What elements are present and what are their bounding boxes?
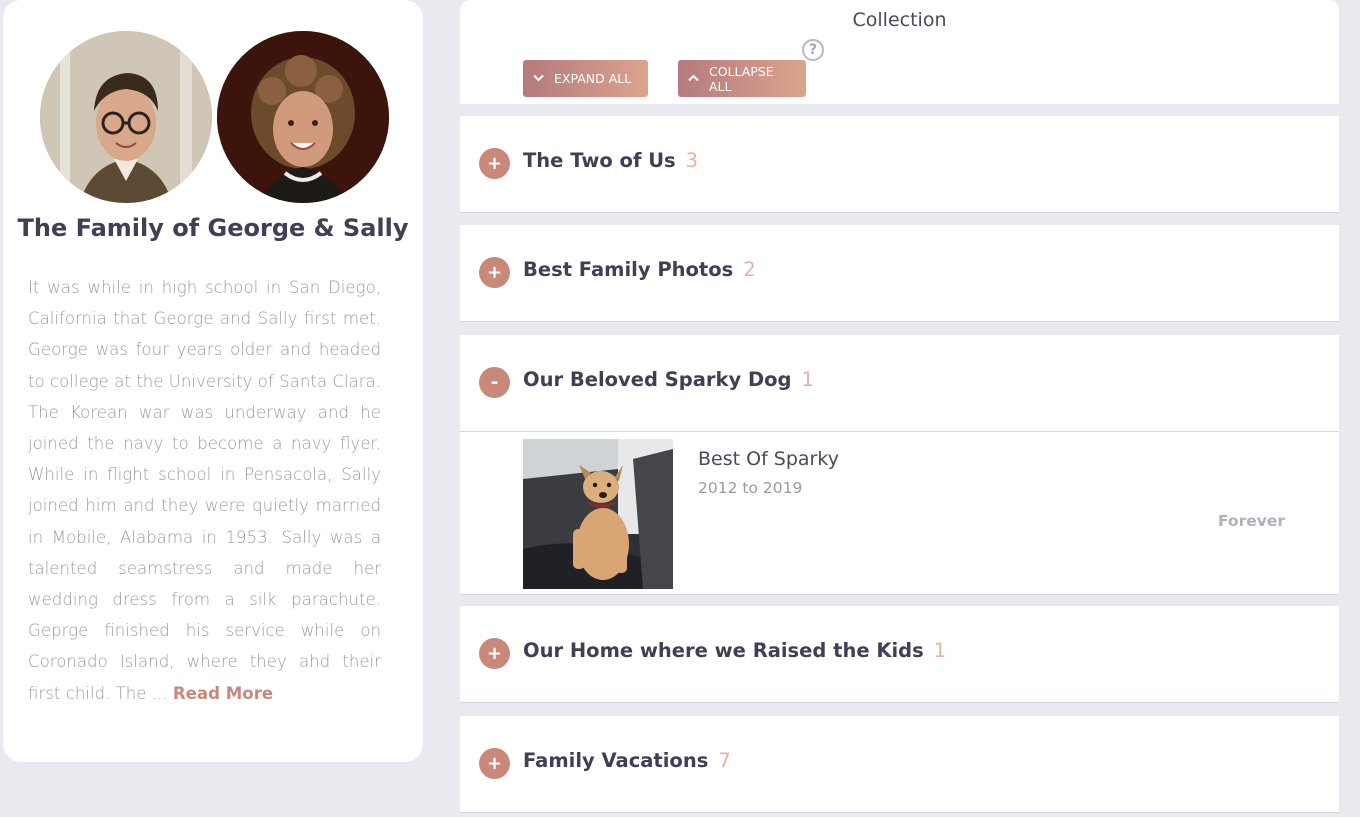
expand-all-label: EXPAND ALL bbox=[554, 71, 632, 86]
section-header[interactable]: + Best Family Photos 2 bbox=[460, 225, 1339, 321]
chevron-down-icon bbox=[533, 71, 544, 86]
avatar-george bbox=[40, 31, 212, 203]
collection-title: Collection bbox=[852, 9, 947, 31]
section-count: 7 bbox=[718, 749, 731, 772]
section-title: Our Beloved Sparky Dog 1 bbox=[523, 368, 814, 391]
section-our-home: + Our Home where we Raised the Kids 1 bbox=[460, 606, 1339, 703]
chevron-up-icon bbox=[688, 71, 699, 86]
story-text: It was while in high school in San Diego… bbox=[28, 278, 381, 703]
section-title: Our Home where we Raised the Kids 1 bbox=[523, 639, 946, 662]
section-title-text: Best Family Photos bbox=[523, 258, 734, 281]
section-header[interactable]: + Family Vacations 7 bbox=[460, 716, 1339, 812]
expand-toggle-icon[interactable]: + bbox=[479, 638, 510, 669]
section-items: Best Of Sparky 2012 to 2019 Forever bbox=[460, 431, 1339, 594]
section-count: 1 bbox=[801, 368, 814, 391]
collapse-toggle-icon[interactable]: - bbox=[479, 367, 510, 398]
section-header[interactable]: + Our Home where we Raised the Kids 1 bbox=[460, 606, 1339, 702]
expand-toggle-icon[interactable]: + bbox=[479, 257, 510, 288]
section-best-family-photos: + Best Family Photos 2 bbox=[460, 225, 1339, 322]
section-title-text: Our Home where we Raised the Kids bbox=[523, 639, 924, 662]
section-title: The Two of Us 3 bbox=[523, 149, 698, 172]
avatar-sally bbox=[217, 31, 389, 203]
read-more-link[interactable]: Read More bbox=[173, 684, 273, 703]
item-dates: 2012 to 2019 bbox=[698, 479, 803, 497]
sparky-thumbnail[interactable] bbox=[523, 439, 673, 589]
family-title: The Family of George & Sally bbox=[17, 214, 409, 242]
section-count: 2 bbox=[743, 258, 756, 281]
section-the-two-of-us: + The Two of Us 3 bbox=[460, 116, 1339, 213]
section-title-text: Family Vacations bbox=[523, 749, 709, 772]
collapse-all-button[interactable]: COLLAPSE ALL bbox=[678, 60, 806, 97]
expand-toggle-icon[interactable]: + bbox=[479, 148, 510, 179]
expand-toggle-icon[interactable]: + bbox=[479, 748, 510, 779]
section-title: Best Family Photos 2 bbox=[523, 258, 756, 281]
section-title-text: Our Beloved Sparky Dog bbox=[523, 368, 792, 391]
item-name[interactable]: Best Of Sparky bbox=[698, 448, 839, 470]
item-duration: Forever bbox=[1217, 512, 1285, 530]
help-icon[interactable]: ? bbox=[802, 39, 824, 61]
section-header[interactable]: - Our Beloved Sparky Dog 1 bbox=[460, 335, 1339, 431]
collection-header: Collection ? EXPAND ALL COLLAPSE ALL bbox=[460, 0, 1339, 104]
profile-card: The Family of George & Sally It was whil… bbox=[3, 0, 423, 762]
section-count: 3 bbox=[685, 149, 699, 172]
expand-all-button[interactable]: EXPAND ALL bbox=[523, 60, 648, 97]
family-story: It was while in high school in San Diego… bbox=[28, 272, 381, 709]
section-title-text: The Two of Us bbox=[523, 149, 676, 172]
section-family-vacations: + Family Vacations 7 bbox=[460, 716, 1339, 813]
section-title: Family Vacations 7 bbox=[523, 749, 731, 772]
section-our-beloved-sparky-dog: - Our Beloved Sparky Dog 1 Best Of Spark… bbox=[460, 335, 1339, 595]
section-header[interactable]: + The Two of Us 3 bbox=[460, 116, 1339, 212]
avatars bbox=[40, 31, 390, 203]
section-count: 1 bbox=[933, 639, 947, 662]
collapse-all-label: COLLAPSE ALL bbox=[709, 63, 774, 94]
